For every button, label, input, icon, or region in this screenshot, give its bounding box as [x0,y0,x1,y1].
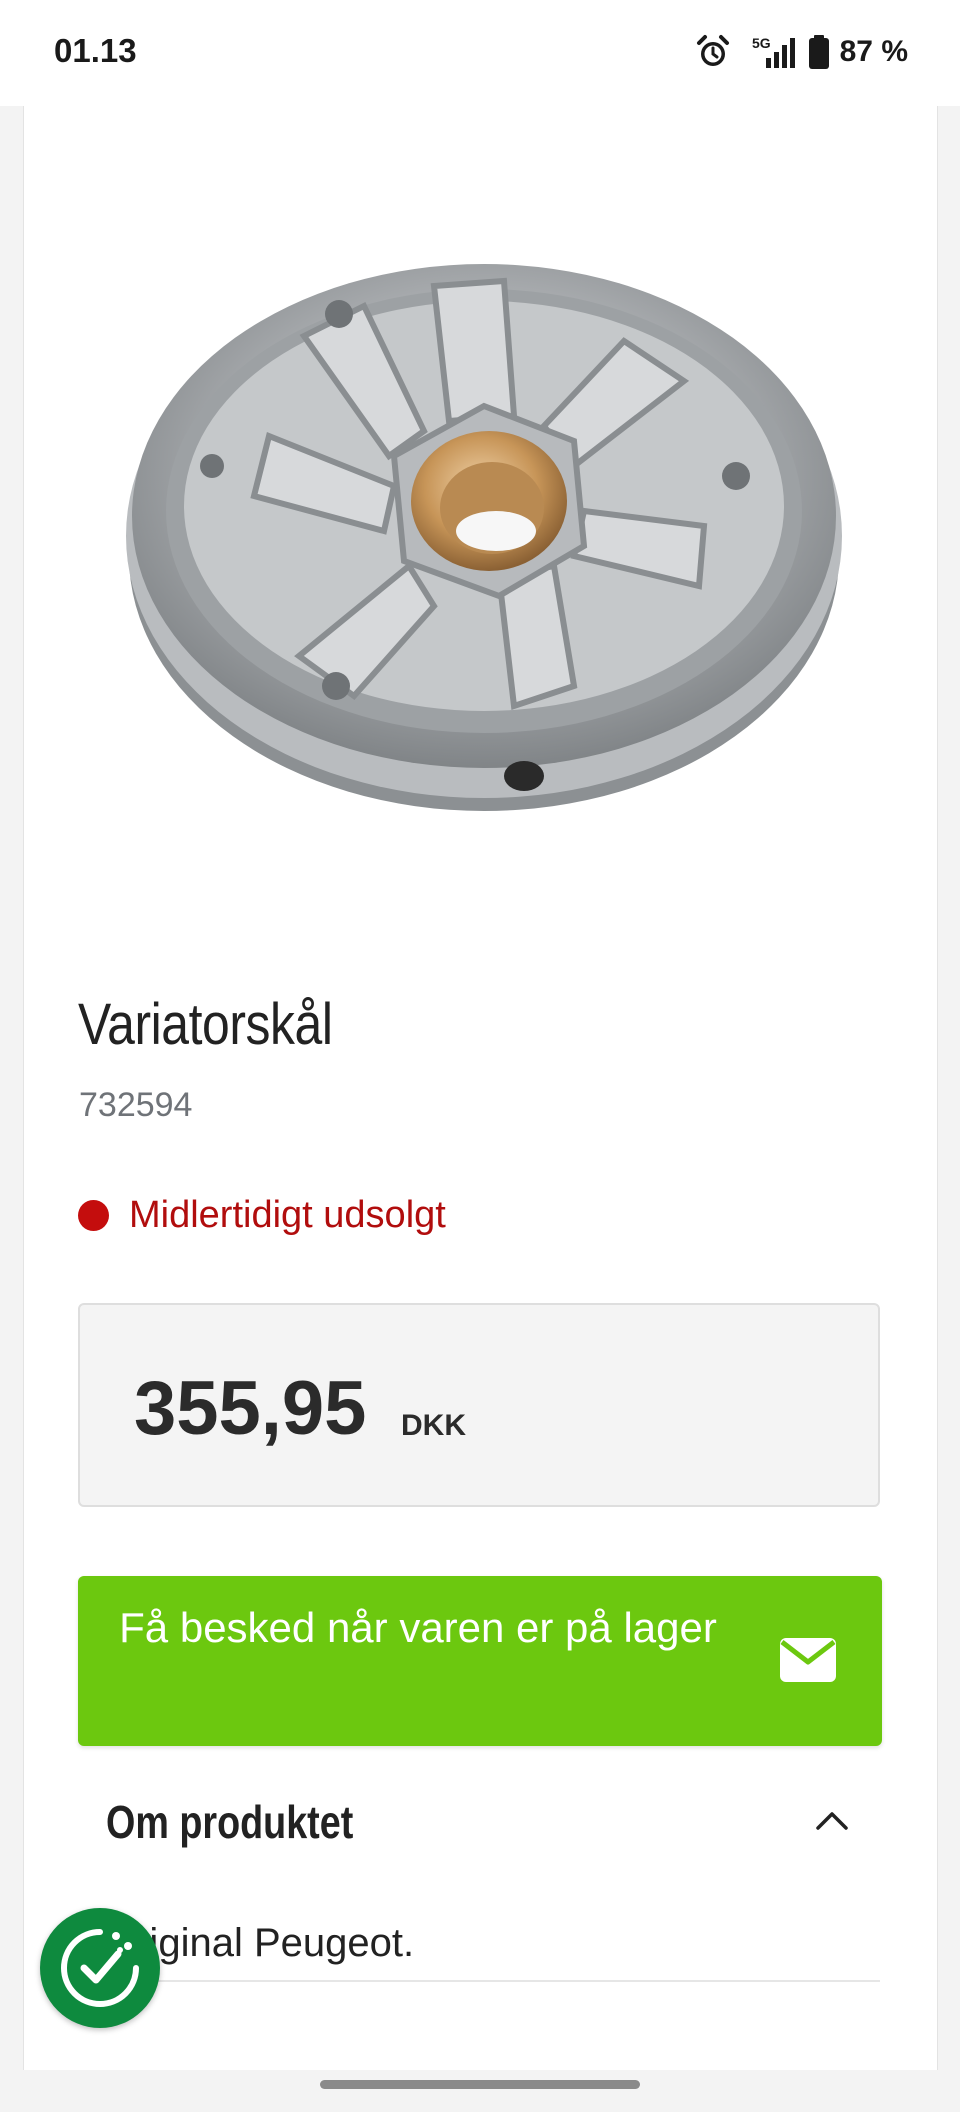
stock-status: Midlertidigt udsolgt [78,1194,446,1237]
battery-percentage: 87 % [839,35,908,68]
product-title: Variatorskål [78,992,333,1057]
battery-icon [808,35,829,69]
notify-when-in-stock-button[interactable]: Få besked når varen er på lager [78,1576,882,1746]
notify-button-label: Få besked når varen er på lager [119,1604,717,1651]
status-bar: 01.13 5G 87 % [0,0,960,106]
section-divider [78,1980,880,1982]
status-icons: 5G 87 % [694,30,908,74]
price-currency: DKK [401,1409,466,1442]
cookie-consent-button[interactable] [40,1908,160,2028]
alarm-icon [696,35,729,66]
signal-icon: 5G [752,35,795,68]
home-indicator[interactable] [320,2080,640,2089]
about-product-heading: Om produktet [106,1796,354,1848]
price-box: 355,95 DKK [78,1303,880,1507]
cookie-consent-icon [61,1929,139,2007]
price-amount: 355,95 [134,1366,367,1451]
status-time: 01.13 [54,32,137,69]
mail-icon [780,1638,836,1682]
product-image[interactable] [104,166,864,886]
product-card: Variatorskål 732594 Midlertidigt udsolgt… [23,106,938,2070]
about-product-toggle[interactable]: Om produktet [78,1761,880,1881]
status-dot-icon [78,1200,109,1231]
chevron-up-icon [816,1812,848,1830]
network-label: 5G [752,35,771,51]
product-sku: 732594 [79,1086,193,1124]
stock-status-label: Midlertidigt udsolgt [129,1194,446,1236]
